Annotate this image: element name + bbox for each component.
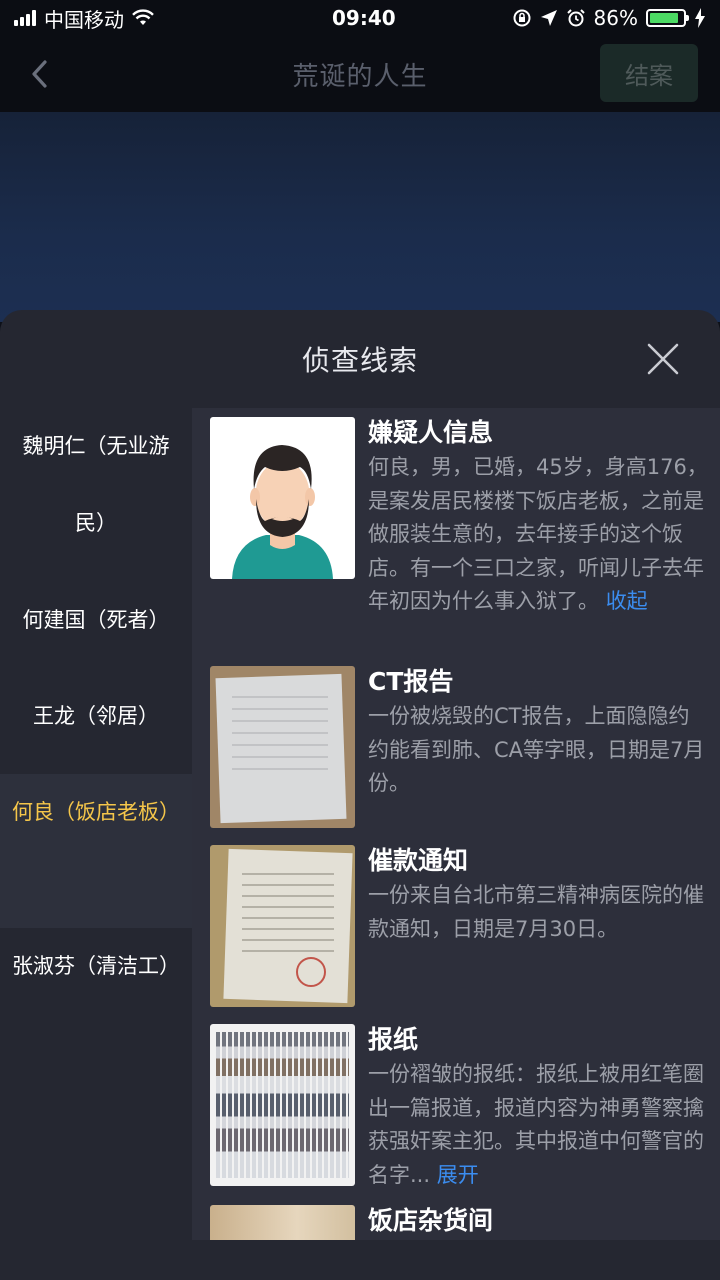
scene-background — [0, 112, 720, 322]
location-arrow-icon — [540, 10, 557, 26]
clue-card[interactable]: 嫌疑人信息 何良，男，已婚，45岁，身高176，是案发居民楼楼下饭店老板，之前是… — [210, 417, 708, 657]
panel-header: 侦查线索 — [0, 310, 720, 408]
clue-card[interactable]: 报纸 一份褶皱的报纸：报纸上被用红笔圈出一篇报道，报道内容为神勇警察擒获强奸案主… — [210, 1024, 704, 1194]
clue-card[interactable]: 饭店杂货间 — [210, 1205, 702, 1240]
sidebar-item-he-liang[interactable]: 何良（饭店老板） — [0, 774, 192, 928]
newspaper-photo — [210, 1024, 355, 1186]
panel-title: 侦查线索 — [301, 344, 418, 377]
clue-card[interactable]: 催款通知 一份来自台北市第三精神病医院的催款通知，日期是7月30日。 — [210, 845, 704, 1015]
sidebar-item-label: 王龙（邻居） — [33, 704, 159, 728]
chevron-left-icon — [32, 60, 47, 88]
clue-description: 何良，男，已婚，45岁，身高176，是案发居民楼楼下饭店老板，之前是做服装生意的… — [368, 451, 708, 619]
payment-notice-photo — [210, 845, 355, 1007]
bottom-strip — [192, 1240, 720, 1280]
clue-card[interactable]: CT报告 一份被烧毁的CT报告，上面隐隐约约能看到肺、CA等字眼，日期是7月份。 — [210, 666, 704, 836]
clue-text: 嫌疑人信息 何良，男，已婚，45岁，身高176，是案发居民楼楼下饭店老板，之前是… — [368, 417, 708, 619]
status-bar: 中国移动 09:40 86% — [0, 0, 720, 36]
nav-bar: 荒诞的人生 结案 — [0, 36, 720, 112]
storeroom-photo — [210, 1205, 355, 1240]
sidebar-item-label: 张淑芬（清洁工） — [12, 954, 180, 978]
close-icon[interactable] — [646, 342, 680, 376]
sidebar-item-label: 何建国（死者） — [22, 608, 170, 632]
clue-title: 嫌疑人信息 — [368, 418, 494, 447]
clue-text: CT报告 一份被烧毁的CT报告，上面隐隐约约能看到肺、CA等字眼，日期是7月份。 — [368, 666, 708, 801]
clue-description: 一份来自台北市第三精神病医院的催款通知，日期是7月30日。 — [368, 883, 704, 941]
battery-fill — [650, 13, 678, 23]
sidebar-item-he-jianguo[interactable]: 何建国（死者） — [0, 582, 192, 678]
clue-text: 催款通知 一份来自台北市第三精神病医院的催款通知，日期是7月30日。 — [368, 845, 708, 946]
clue-description-text: 何良，男，已婚，45岁，身高176，是案发居民楼楼下饭店老板，之前是做服装生意的… — [368, 455, 708, 614]
close-case-button[interactable]: 结案 — [600, 44, 698, 102]
wifi-icon — [132, 9, 154, 25]
suspect-avatar — [210, 417, 355, 579]
charging-icon — [695, 8, 705, 28]
sidebar-item-label: 何良（饭店老板） — [12, 800, 180, 824]
clue-title: 报纸 — [368, 1025, 419, 1054]
expand-link[interactable]: 展开 — [437, 1163, 479, 1187]
sidebar-item-zhang-shufen[interactable]: 张淑芬（清洁工） — [0, 928, 192, 1102]
sidebar-item-wang-long[interactable]: 王龙（邻居） — [0, 678, 192, 774]
clue-title: 饭店杂货间 — [368, 1206, 494, 1235]
page-title: 荒诞的人生 — [292, 61, 428, 92]
ct-report-lines — [232, 696, 328, 780]
sidebar-item-wei-mingren[interactable]: 魏明仁（无业游民） — [0, 408, 192, 582]
clue-text: 报纸 一份褶皱的报纸：报纸上被用红笔圈出一篇报道，报道内容为神勇警察擒获强奸案主… — [368, 1024, 708, 1192]
status-right: 86% — [512, 6, 706, 30]
battery-icon — [646, 9, 689, 27]
sidebar-item-label: 魏明仁（无业游民） — [22, 434, 170, 535]
rotation-lock-icon — [513, 9, 531, 27]
clue-description: 一份褶皱的报纸：报纸上被用红笔圈出一篇报道，报道内容为神勇警察擒获强奸案主犯。其… — [368, 1058, 708, 1192]
alarm-icon — [566, 9, 585, 27]
status-left: 中国移动 — [14, 4, 154, 33]
back-button[interactable] — [24, 56, 54, 92]
clue-title: 催款通知 — [368, 846, 469, 875]
signal-icon — [14, 10, 36, 26]
clue-title: CT报告 — [368, 667, 454, 696]
suspect-sidebar: 魏明仁（无业游民） 何建国（死者） 王龙（邻居） 何良（饭店老板） 张淑芬（清洁… — [0, 408, 192, 1280]
collapse-link[interactable]: 收起 — [606, 589, 648, 613]
status-time: 09:40 — [332, 6, 396, 30]
clue-description: 一份被烧毁的CT报告，上面隐隐约约能看到肺、CA等字眼，日期是7月份。 — [368, 704, 705, 796]
notice-lines — [242, 873, 334, 953]
carrier-label: 中国移动 — [44, 7, 124, 32]
clue-panel: 侦查线索 魏明仁（无业游民） 何建国（死者） 王龙（邻居） 何良（饭店老板） 张… — [0, 310, 720, 1280]
notice-stamp — [296, 957, 326, 987]
ct-report-photo — [210, 666, 355, 828]
clue-text: 饭店杂货间 — [368, 1205, 708, 1237]
clue-description-text: 一份褶皱的报纸：报纸上被用红笔圈出一篇报道，报道内容为神勇警察擒获强奸案主犯。其… — [368, 1062, 704, 1187]
avatar-icon — [232, 445, 333, 579]
battery-percent: 86% — [593, 6, 638, 30]
clue-list: 嫌疑人信息 何良，男，已婚，45岁，身高176，是案发居民楼楼下饭店老板，之前是… — [192, 408, 720, 1240]
newspaper-blocks — [216, 1032, 349, 1178]
